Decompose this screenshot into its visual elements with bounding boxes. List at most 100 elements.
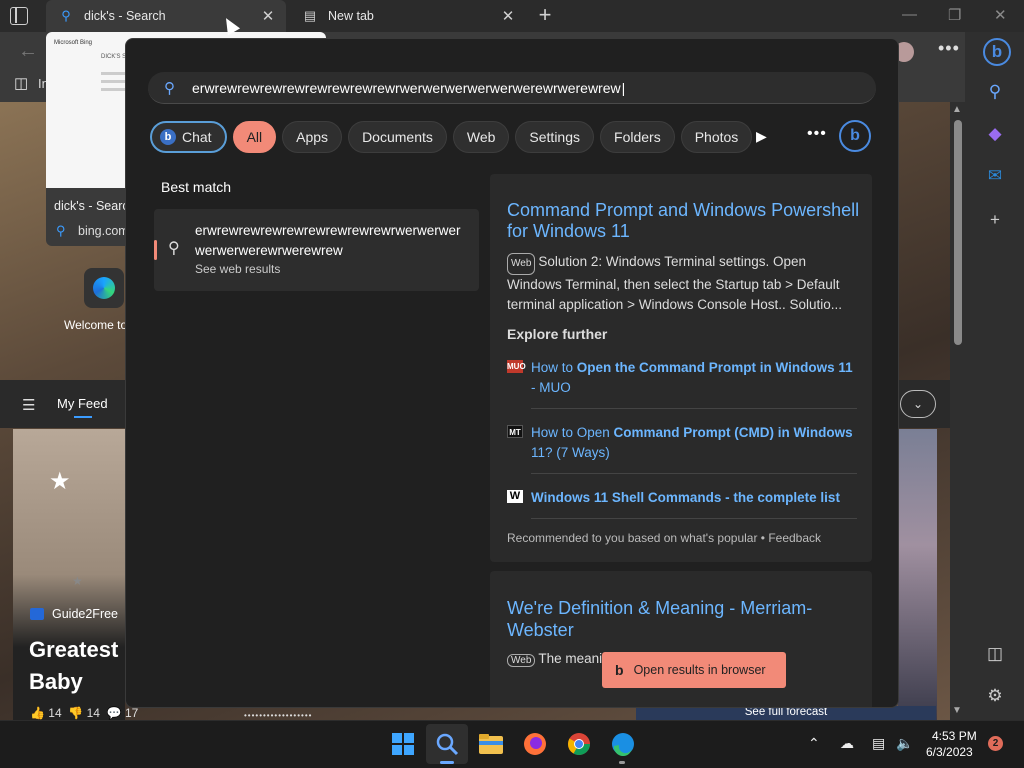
restore-icon[interactable]: ❐ xyxy=(948,6,961,24)
divider xyxy=(531,518,857,519)
close-window-icon[interactable]: ✕ xyxy=(994,6,1007,24)
thumbs-down-icon[interactable]: 👎 xyxy=(68,706,83,720)
chevron-up-icon[interactable]: ⌃ xyxy=(808,735,820,752)
filter-folders[interactable]: Folders xyxy=(600,121,675,153)
preview-logo: Microsoft Bing xyxy=(54,40,93,46)
edge-logo-icon[interactable] xyxy=(84,268,124,308)
settings-gear-icon[interactable]: ⚙ xyxy=(984,686,1006,708)
likes-count: 14 xyxy=(48,706,62,720)
best-match-item[interactable]: ⚲ erwrewrewrewrewrewrewrewrewrwerwerwerw… xyxy=(154,209,479,291)
filter-apps[interactable]: Apps xyxy=(282,121,343,153)
add-icon[interactable]: + xyxy=(984,210,1006,232)
filter-all[interactable]: All xyxy=(232,121,277,153)
result-title-link[interactable]: We're Definition & Meaning - Merriam-Web… xyxy=(507,597,847,641)
divider xyxy=(531,473,857,474)
newtab-icon: ▤ xyxy=(303,8,317,23)
recommended-footer[interactable]: Recommended to you based on what's popul… xyxy=(507,531,821,545)
close-tab-icon[interactable]: ✕ xyxy=(256,7,280,25)
favorites-icon[interactable]: ◫ xyxy=(14,74,28,92)
file-explorer-icon[interactable] xyxy=(477,730,505,758)
active-tab-indicator xyxy=(74,416,92,418)
bing-logo-icon[interactable]: b xyxy=(839,120,871,152)
wikipedia-favicon-icon: W xyxy=(507,490,523,503)
result-snippet: Web The meani xyxy=(507,651,602,667)
outlook-icon[interactable]: ✉ xyxy=(984,166,1006,188)
edge-icon[interactable] xyxy=(609,730,637,758)
more-options-icon[interactable]: ••• xyxy=(807,125,827,143)
source-logo-icon xyxy=(30,608,44,620)
close-tab-icon[interactable]: ✕ xyxy=(496,7,520,25)
search-input[interactable]: ⚲ erwrewrewrewrewrewrewrewrewrwerwerwerw… xyxy=(148,72,876,104)
volume-icon[interactable]: 🔈 xyxy=(896,735,913,752)
chrome-icon[interactable] xyxy=(565,730,593,758)
mt-favicon-icon: MT xyxy=(507,425,523,438)
sidebar-toggle-icon[interactable]: ◫ xyxy=(984,644,1006,666)
running-indicator xyxy=(619,761,625,764)
muo-favicon-icon: MUO xyxy=(507,360,526,373)
link-prefix: How to xyxy=(531,360,577,375)
explore-link-text[interactable]: How to Open Command Prompt (CMD) in Wind… xyxy=(531,423,856,463)
filter-photos[interactable]: Photos xyxy=(680,121,753,153)
firefox-icon[interactable] xyxy=(521,730,549,758)
filter-settings[interactable]: Settings xyxy=(515,121,595,153)
chevron-down-icon[interactable]: ⌄ xyxy=(900,390,936,418)
back-arrow-icon[interactable]: ← xyxy=(18,40,38,63)
search-filters: b Chat All Apps Documents Web Settings F… xyxy=(150,121,753,153)
windows-search-flyout: ⚲ erwrewrewrewrewrewrewrewrewrwerwerwerw… xyxy=(125,38,899,708)
open-results-in-browser-button[interactable]: b Open results in browser xyxy=(602,652,786,688)
network-icon[interactable]: ▤ xyxy=(872,735,885,752)
search-query[interactable]: erwrewrewrewrewrewrewrewrewrwerwerwerwer… xyxy=(192,80,625,96)
copilot-icon[interactable]: ◆ xyxy=(984,124,1006,146)
explore-link-text[interactable]: Windows 11 Shell Commands - the complete… xyxy=(531,488,856,508)
start-windows-icon[interactable] xyxy=(389,730,417,758)
cloud-offline-icon[interactable]: ☁ xyxy=(840,735,854,752)
web-tag: Web xyxy=(507,253,536,275)
explore-link-text[interactable]: How to Open the Command Prompt in Window… xyxy=(531,358,856,398)
search-taskbar-icon[interactable] xyxy=(433,730,461,758)
filter-documents[interactable]: Documents xyxy=(348,121,447,153)
scroll-down-icon[interactable]: ▼ xyxy=(952,705,962,716)
carousel-pager[interactable]: •••••••••••••••••• xyxy=(244,711,312,720)
best-match-subtitle: See web results xyxy=(195,262,281,276)
result-snippet: Web Solution 2: Windows Terminal settings… xyxy=(507,252,862,315)
new-tab-button[interactable]: + xyxy=(534,4,556,26)
thumbs-up-icon[interactable]: 👍 xyxy=(30,706,45,720)
welcome-label[interactable]: Welcome to xyxy=(64,318,127,332)
snippet-text: Solution 2: Windows Terminal settings. O… xyxy=(507,254,843,312)
web-tag: Web xyxy=(507,654,536,667)
weather-card[interactable] xyxy=(898,429,937,720)
snippet-text: The meani xyxy=(538,651,603,666)
see-full-forecast-link[interactable]: See full forecast xyxy=(636,706,936,720)
play-more-filters-icon[interactable]: ▶ xyxy=(756,128,767,145)
comment-icon[interactable]: 💬 xyxy=(107,706,122,720)
tab-new-tab[interactable]: ▤ New tab ✕ xyxy=(290,0,526,32)
best-match-query: erwrewrewrewrewrewrewrewrewrwerwerwerwer… xyxy=(195,223,461,258)
filter-chat[interactable]: b Chat xyxy=(150,121,227,153)
filter-label: Chat xyxy=(182,129,212,145)
news-source-name: Guide2Free xyxy=(52,607,119,621)
bing-icon: b xyxy=(615,662,624,678)
dislikes-count: 14 xyxy=(86,706,100,720)
filter-web[interactable]: Web xyxy=(452,121,510,153)
notification-badge[interactable]: 2 xyxy=(988,736,1003,751)
web-result-card: Command Prompt and Windows Powershell fo… xyxy=(490,174,872,562)
tab-dicks-search[interactable]: ⚲ dick's - Search ✕ xyxy=(46,0,286,32)
news-reactions[interactable]: 👍 14 👎 14 💬 17 xyxy=(30,706,138,720)
bing-icon: ⚲ xyxy=(56,223,66,238)
clock-date[interactable]: 6/3/2023 xyxy=(926,745,973,759)
divider xyxy=(531,408,857,409)
my-feed-tab[interactable]: My Feed xyxy=(57,396,108,411)
bing-chat-icon[interactable]: b xyxy=(983,38,1011,66)
result-title-link[interactable]: Command Prompt and Windows Powershell fo… xyxy=(507,200,867,242)
hamburger-menu-icon[interactable]: ☰ xyxy=(22,396,35,414)
news-headline[interactable]: Greatest Baby Boo xyxy=(29,634,125,698)
best-match-heading: Best match xyxy=(161,179,232,195)
scroll-thumb[interactable] xyxy=(954,120,962,345)
scroll-up-icon[interactable]: ▲ xyxy=(952,104,962,115)
search-icon[interactable]: ⚲ xyxy=(984,82,1006,104)
tab-actions-icon[interactable] xyxy=(10,7,28,25)
clock-time[interactable]: 4:53 PM xyxy=(932,729,977,743)
minimize-icon[interactable]: — xyxy=(902,6,917,23)
link-bold: Open the Command Prompt in Windows 11 xyxy=(576,360,853,375)
more-options-icon[interactable]: ••• xyxy=(938,38,960,59)
